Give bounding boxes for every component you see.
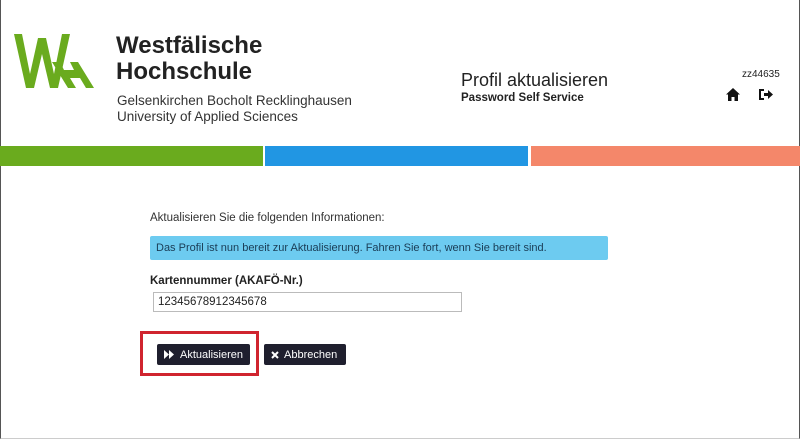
card-number-input[interactable] [153,292,462,312]
update-button-label: Aktualisieren [180,348,243,361]
info-alert: Das Profil ist nun bereit zur Aktualisie… [150,236,608,260]
cancel-button-label: Abbrechen [284,348,338,361]
color-band-green [0,146,263,166]
update-button[interactable]: Aktualisieren [157,344,250,365]
school-name-line2: Hochschule [116,58,253,85]
username: zz44635 [742,69,780,80]
cancel-button[interactable]: Abbrechen [264,344,346,365]
page-title: Profil aktualisieren [461,70,609,90]
school-subtitle: Gelsenkirchen Bocholt Recklinghausen Uni… [117,93,352,125]
form-intro: Aktualisieren Sie die folgenden Informat… [150,212,385,224]
home-icon[interactable] [726,88,740,101]
card-number-label: Kartennummer (AKAFÖ-Nr.) [150,275,303,287]
header: Westfälische Hochschule Gelsenkirchen Bo… [0,0,800,146]
fast-forward-icon [164,350,174,359]
color-band-salmon [531,146,800,166]
university-logo [14,34,94,88]
school-subtitle-line1: Gelsenkirchen Bocholt Recklinghausen [117,93,352,108]
school-name-line1: Westfälische [116,32,263,59]
color-band-blue [265,146,528,166]
page-subtitle: Password Self Service [461,92,584,104]
close-icon [271,350,279,359]
school-subtitle-line2: University of Applied Sciences [117,109,298,124]
logout-icon[interactable] [759,88,773,101]
school-name: Westfälische Hochschule [116,33,262,85]
